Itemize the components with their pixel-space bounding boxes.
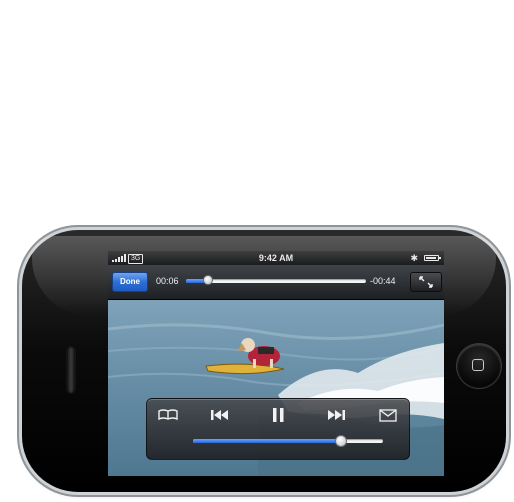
scale-button[interactable] (410, 272, 442, 292)
playback-top-bar: Done 00:06 -00:44 (108, 265, 444, 300)
previous-button[interactable] (207, 405, 233, 425)
remaining-time: -00:44 (370, 276, 396, 286)
skip-forward-icon (328, 410, 345, 420)
bookmark-button[interactable] (155, 405, 181, 425)
pause-icon (273, 408, 284, 422)
mail-envelope-icon (379, 409, 397, 422)
done-button[interactable]: Done (112, 272, 148, 292)
bluetooth-icon: ✱ (410, 253, 418, 263)
scrubber-bar[interactable] (186, 275, 366, 285)
status-bar: 3G 9:42 AM ✱ (108, 251, 444, 265)
pause-button[interactable] (265, 405, 291, 425)
volume-slider[interactable] (193, 435, 383, 447)
earpiece-speaker (67, 347, 75, 393)
home-square-icon (472, 359, 484, 371)
scrubber-handle[interactable] (202, 275, 213, 285)
elapsed-time: 00:06 (156, 276, 179, 286)
bookmark-book-icon (158, 409, 178, 421)
skip-back-icon (211, 410, 228, 420)
home-button[interactable] (457, 344, 501, 388)
iphone-device: 3G 9:42 AM ✱ Done 00:06 -00:44 (22, 230, 506, 492)
playback-controls (146, 398, 410, 460)
battery-level (426, 257, 436, 259)
clock: 9:42 AM (258, 253, 294, 263)
share-button[interactable] (375, 405, 401, 425)
stage: 3G 9:42 AM ✱ Done 00:06 -00:44 (0, 0, 514, 502)
scale-arrows-icon (419, 276, 433, 288)
screen: 3G 9:42 AM ✱ Done 00:06 -00:44 (108, 251, 444, 476)
volume-handle[interactable] (335, 435, 348, 447)
volume-level (193, 439, 342, 443)
next-button[interactable] (323, 405, 349, 425)
battery-icon (424, 255, 441, 261)
